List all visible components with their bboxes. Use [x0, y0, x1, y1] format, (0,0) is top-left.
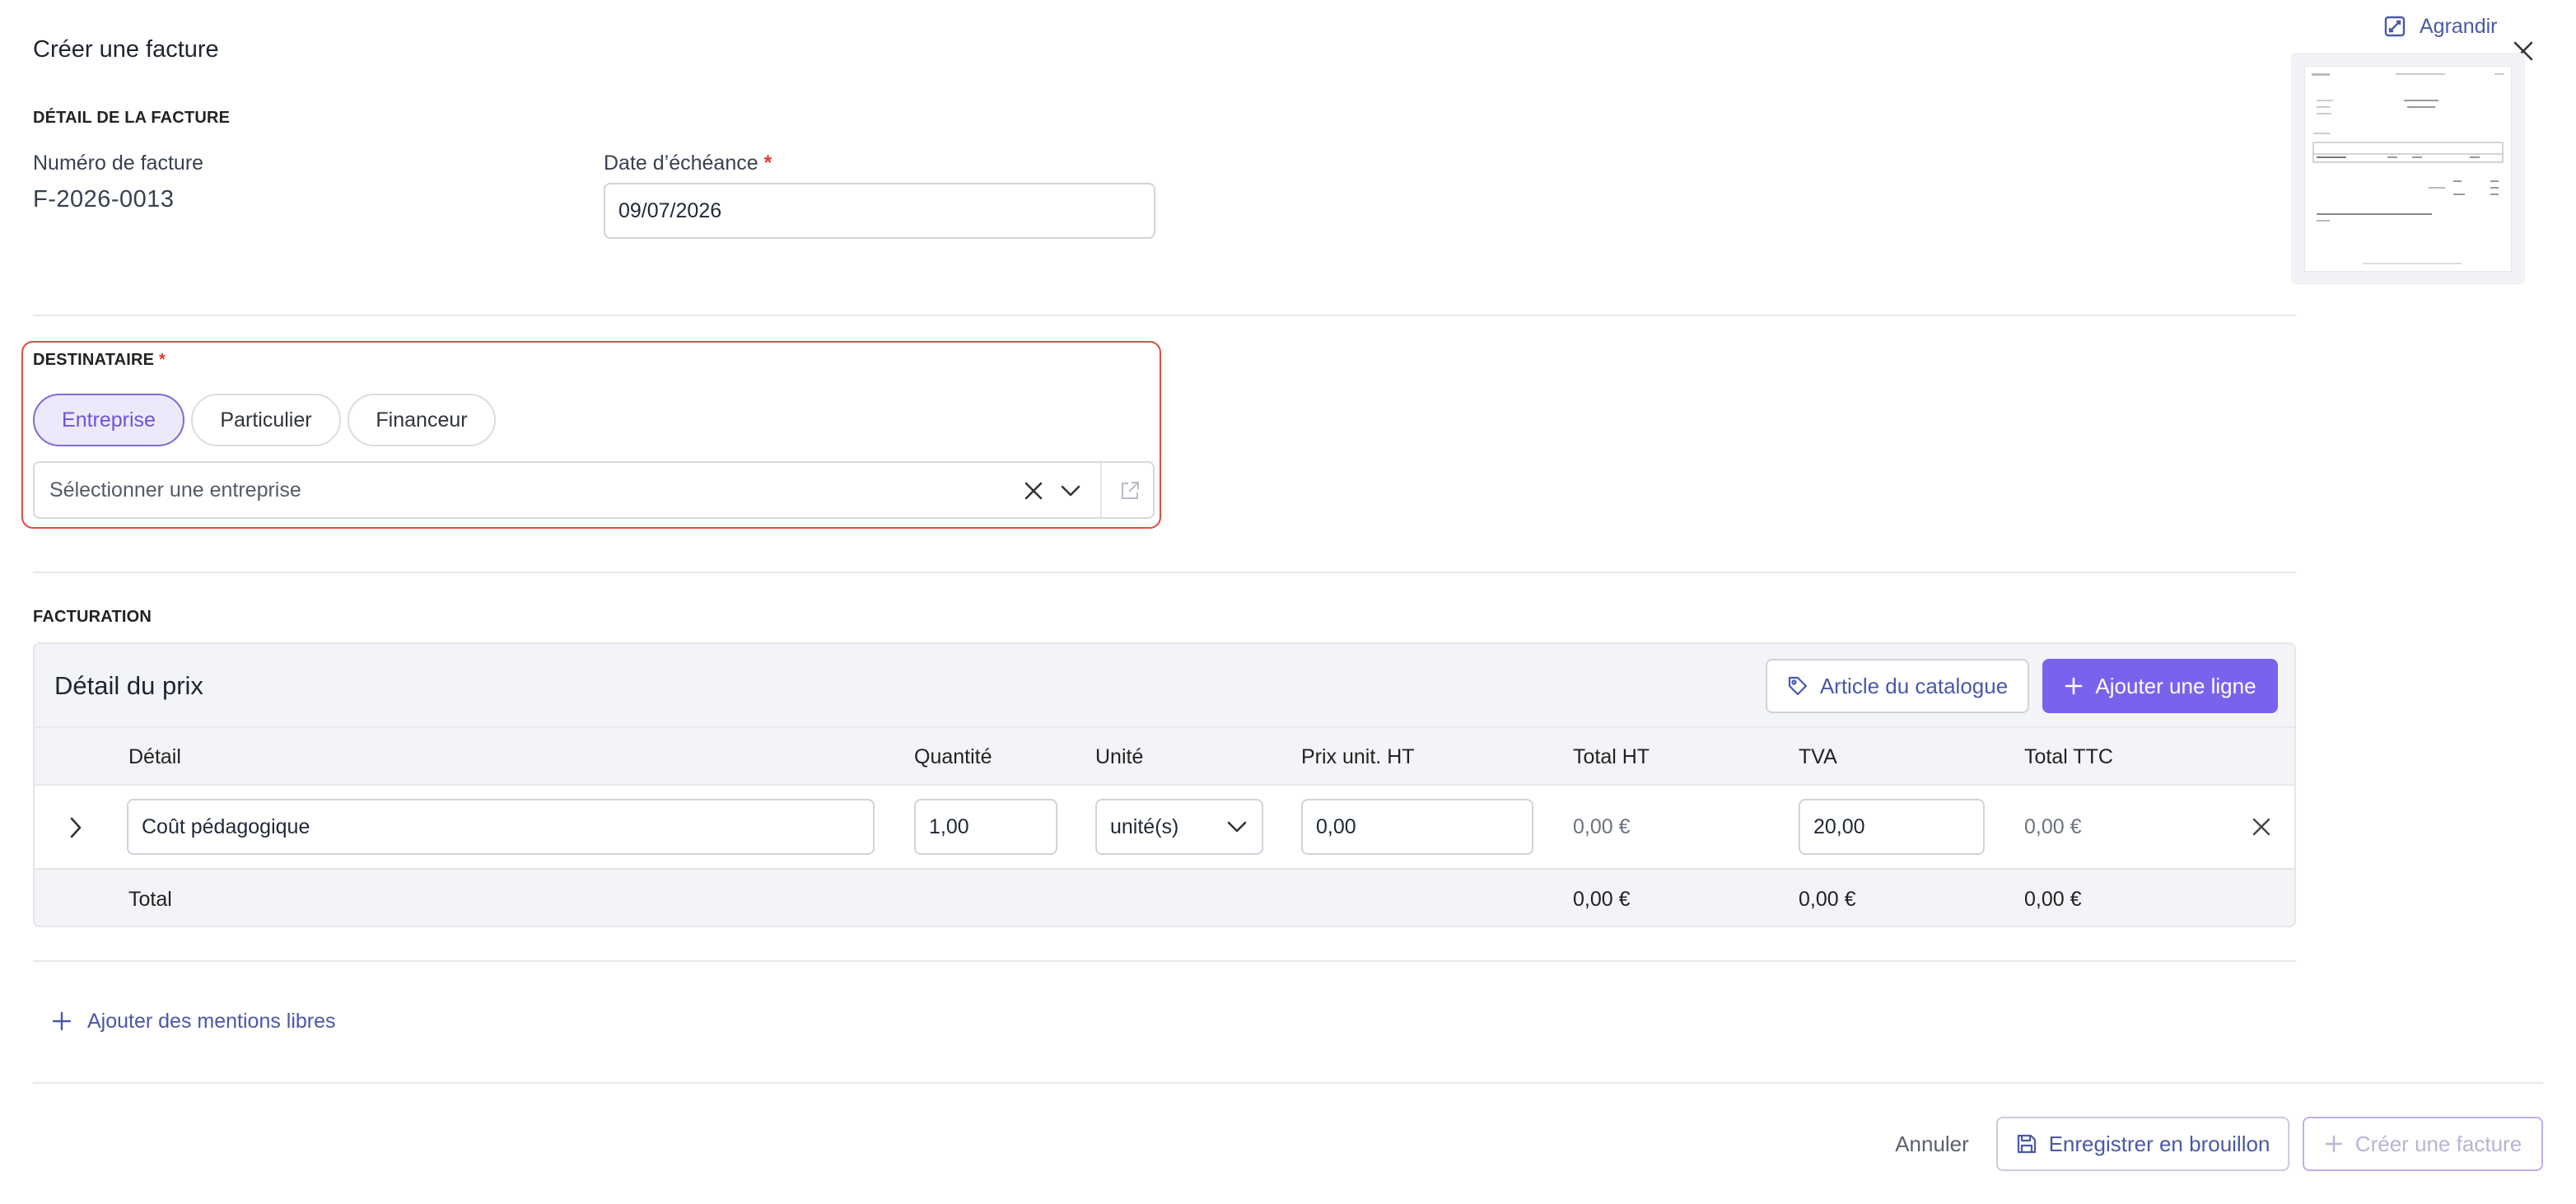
- section-divider: [33, 960, 2296, 962]
- total-ttc-value: 0,00 €: [2024, 887, 2082, 911]
- tva-input[interactable]: 20,00: [1799, 799, 1985, 855]
- invoice-number-label: Numéro de facture: [33, 152, 204, 175]
- expand-label: Agrandir: [2420, 14, 2498, 38]
- column-header-unit-price: Prix unit. HT: [1301, 744, 1415, 768]
- column-header-unit: Unité: [1095, 744, 1144, 768]
- price-card-header: Détail du prix Article du catalogue Ajou…: [35, 644, 2294, 728]
- save-draft-button[interactable]: Enregistrer en brouillon: [1996, 1117, 2289, 1171]
- preview-page: [2304, 66, 2512, 272]
- catalog-article-label: Article du catalogue: [1819, 673, 2009, 698]
- chevron-down-icon[interactable]: [1059, 480, 1082, 502]
- price-card-title: Détail du prix: [54, 671, 203, 700]
- due-date-value: 09/07/2026: [618, 198, 722, 222]
- billing-section-label: FACTURATION: [33, 608, 152, 626]
- section-divider: [33, 572, 2296, 573]
- footer-divider: [33, 1082, 2543, 1084]
- add-line-label: Ajouter une ligne: [2095, 673, 2256, 698]
- unit-price-input[interactable]: 0,00: [1301, 799, 1533, 855]
- detail-input[interactable]: Coût pédagogique: [127, 799, 875, 855]
- save-icon: [2017, 1134, 2036, 1154]
- unit-select[interactable]: unité(s): [1095, 799, 1263, 855]
- expand-icon: [2384, 16, 2406, 37]
- add-free-mentions-link[interactable]: Ajouter des mentions libres: [51, 1006, 336, 1036]
- tag-icon: [1788, 676, 1807, 696]
- company-select-placeholder: Sélectionner une entreprise: [49, 478, 301, 502]
- clear-icon[interactable]: [1023, 480, 1044, 502]
- total-row: Total 0,00 € 0,00 € 0,00 €: [35, 870, 2294, 926]
- column-header-total-ht: Total HT: [1573, 744, 1650, 768]
- column-header-detail: Détail: [128, 744, 181, 768]
- invoice-number-value: F-2026-0013: [33, 186, 175, 212]
- add-line-button[interactable]: Ajouter une ligne: [2042, 659, 2278, 713]
- chevron-down-icon: [1227, 821, 1247, 833]
- price-detail-card: Détail du prix Article du catalogue Ajou…: [33, 642, 2296, 927]
- chevron-right-icon[interactable]: [66, 815, 86, 840]
- invoice-detail-section-label: DÉTAIL DE LA FACTURE: [33, 109, 231, 127]
- due-date-label: Date d’échéance *: [604, 152, 772, 175]
- unit-value: unité(s): [1110, 814, 1179, 838]
- table-row: Coût pédagogique 1,00 unité(s) 0,00 0,00…: [35, 786, 2294, 870]
- expand-button[interactable]: Agrandir: [2383, 12, 2498, 41]
- select-separator: [1100, 463, 1102, 517]
- quantity-value: 1,00: [929, 814, 969, 838]
- delete-row-icon[interactable]: [2252, 817, 2271, 837]
- required-asterisk: *: [763, 152, 772, 175]
- plus-icon: [52, 1011, 72, 1031]
- row-total-ht: 0,00 €: [1573, 814, 1631, 838]
- total-tva-value: 0,00 €: [1799, 887, 1856, 911]
- recipient-section-label: DESTINATAIRE *: [33, 351, 166, 370]
- create-invoice-label: Créer une facture: [2354, 1131, 2522, 1156]
- quantity-input[interactable]: 1,00: [914, 799, 1057, 855]
- invoice-preview-thumbnail[interactable]: [2291, 53, 2525, 285]
- cancel-button[interactable]: Annuler: [1881, 1117, 1983, 1171]
- recipient-type-particulier[interactable]: Particulier: [191, 394, 341, 446]
- total-label: Total: [128, 887, 172, 911]
- add-free-mentions-label: Ajouter des mentions libres: [87, 1009, 336, 1033]
- column-header-quantity: Quantité: [914, 744, 992, 768]
- plus-icon: [2325, 1135, 2343, 1153]
- modal-title: Créer une facture: [33, 36, 219, 63]
- preview-document-icon: [2312, 73, 2504, 264]
- column-header-tva: TVA: [1799, 744, 1837, 768]
- section-divider: [33, 315, 2296, 316]
- unit-price-value: 0,00: [1316, 814, 1356, 838]
- company-select[interactable]: Sélectionner une entreprise: [33, 461, 1155, 519]
- detail-value: Coût pédagogique: [142, 814, 310, 838]
- plus-icon: [2065, 677, 2083, 695]
- total-ht-value: 0,00 €: [1573, 887, 1631, 911]
- recipient-type-entreprise[interactable]: Entreprise: [33, 394, 184, 446]
- table-header: Détail Quantité Unité Prix unit. HT Tota…: [35, 728, 2294, 786]
- save-draft-label: Enregistrer en brouillon: [2048, 1131, 2270, 1156]
- external-link-icon[interactable]: [1118, 479, 1141, 502]
- row-total-ttc: 0,00 €: [2024, 814, 2082, 838]
- due-date-label-text: Date d’échéance: [604, 152, 758, 175]
- tva-value: 20,00: [1813, 814, 1865, 838]
- due-date-input[interactable]: 09/07/2026: [604, 183, 1155, 239]
- recipient-label-text: DESTINATAIRE: [33, 351, 155, 369]
- column-header-total-ttc: Total TTC: [2024, 744, 2113, 768]
- create-invoice-button[interactable]: Créer une facture: [2303, 1117, 2543, 1171]
- required-asterisk: *: [158, 351, 166, 369]
- recipient-type-financeur[interactable]: Financeur: [348, 394, 496, 446]
- catalog-article-button[interactable]: Article du catalogue: [1766, 659, 2029, 713]
